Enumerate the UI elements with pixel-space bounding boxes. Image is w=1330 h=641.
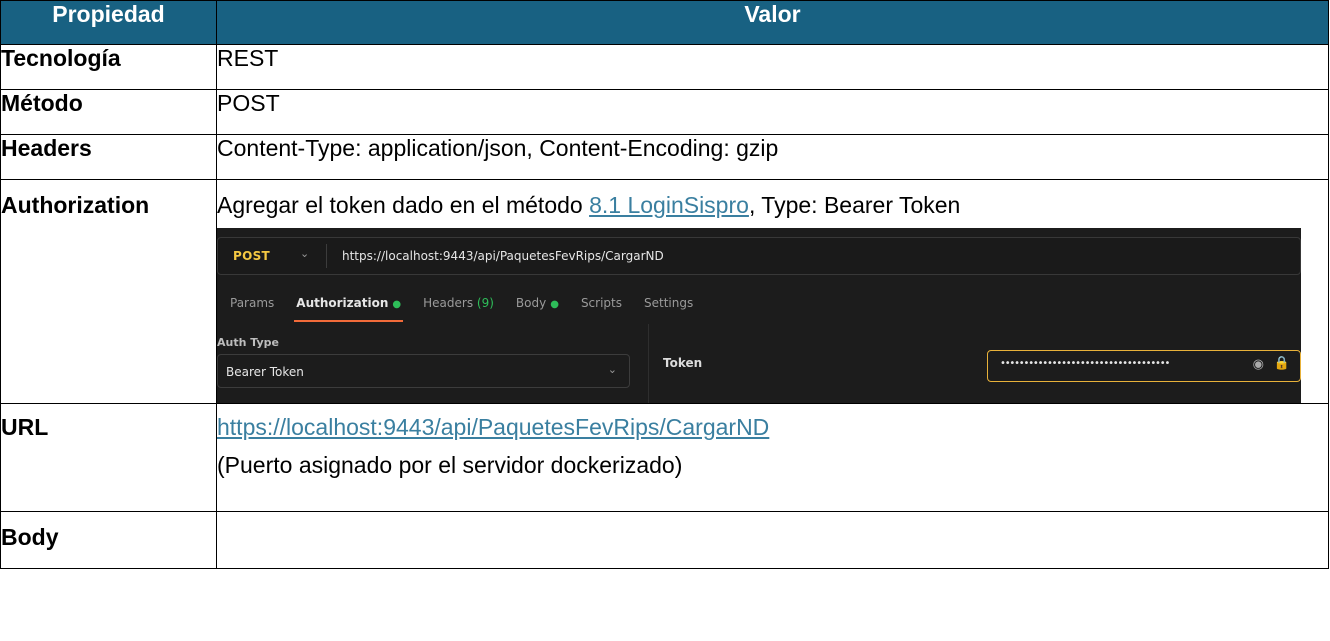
row-method: Método POST bbox=[0, 89, 1329, 135]
value-technology: REST bbox=[216, 44, 1329, 90]
value-url: https://localhost:9443/api/PaquetesFevRi… bbox=[216, 403, 1329, 512]
http-method-select[interactable]: POST bbox=[233, 249, 270, 263]
request-url-bar: POST ⌄ https://localhost:9443/api/Paquet… bbox=[217, 237, 1301, 275]
panel-divider bbox=[648, 324, 649, 403]
url-line: https://localhost:9443/api/PaquetesFevRi… bbox=[217, 404, 1328, 440]
request-url-input[interactable]: https://localhost:9443/api/PaquetesFevRi… bbox=[342, 249, 664, 263]
key-url: URL bbox=[0, 403, 217, 512]
url-link[interactable]: https://localhost:9443/api/PaquetesFevRi… bbox=[217, 414, 769, 440]
row-url: URL https://localhost:9443/api/PaquetesF… bbox=[0, 403, 1329, 512]
key-headers: Headers bbox=[0, 134, 217, 180]
value-method: POST bbox=[216, 89, 1329, 135]
login-sispro-link[interactable]: 8.1 LoginSispro bbox=[589, 192, 749, 218]
row-body: Body bbox=[0, 511, 1329, 569]
tab-authorization-label: Authorization bbox=[296, 296, 389, 310]
value-body bbox=[216, 511, 1329, 569]
url-note: (Puerto asignado por el servidor dockeri… bbox=[217, 452, 683, 478]
tab-body-label: Body bbox=[515, 296, 547, 310]
postman-screenshot: POST ⌄ https://localhost:9443/api/Paquet… bbox=[217, 228, 1301, 403]
row-technology: Tecnología REST bbox=[0, 44, 1329, 90]
tab-scripts[interactable]: Scripts bbox=[581, 296, 622, 310]
tab-headers[interactable]: Headers (9) bbox=[423, 296, 494, 310]
header-value: Valor bbox=[216, 0, 1329, 45]
properties-table: Propiedad Valor Tecnología REST Método P… bbox=[0, 0, 1329, 569]
chevron-down-icon[interactable]: ⌄ bbox=[300, 247, 309, 260]
status-dot-icon: ● bbox=[392, 299, 402, 310]
chevron-down-icon: ⌄ bbox=[607, 363, 617, 376]
token-input[interactable]: •••••••••••••••••••••••••••••••••••• ◉ 🔒 bbox=[987, 350, 1301, 382]
authorization-text-before: Agregar el token dado en el método bbox=[217, 192, 590, 218]
eye-icon[interactable]: ◉ bbox=[1253, 357, 1264, 372]
tab-body[interactable]: Body ● bbox=[516, 296, 559, 310]
auth-type-label: Auth Type bbox=[217, 336, 279, 349]
authorization-text: Agregar el token dado en el método 8.1 L… bbox=[217, 180, 1328, 218]
request-tabs: Params Authorization ● Headers (9) Body ● … bbox=[230, 296, 715, 322]
lock-warning-icon[interactable]: 🔒 bbox=[1274, 356, 1290, 371]
auth-type-value: Bearer Token bbox=[226, 365, 304, 379]
key-technology: Tecnología bbox=[0, 44, 217, 90]
row-authorization: Authorization Agregar el token dado en e… bbox=[0, 179, 1329, 404]
value-authorization: Agregar el token dado en el método 8.1 L… bbox=[216, 179, 1329, 404]
url-bar-divider bbox=[326, 244, 327, 268]
status-dot-icon: ● bbox=[550, 299, 559, 310]
auth-type-select[interactable]: Bearer Token ⌄ bbox=[217, 354, 630, 388]
key-authorization: Authorization bbox=[0, 179, 217, 404]
key-body: Body bbox=[0, 511, 217, 569]
tab-settings[interactable]: Settings bbox=[644, 296, 693, 310]
row-headers: Headers Content-Type: application/json, … bbox=[0, 134, 1329, 180]
authorization-text-after: , Type: Bearer Token bbox=[748, 192, 961, 218]
token-label: Token bbox=[663, 356, 703, 370]
header-property: Propiedad bbox=[0, 0, 217, 45]
key-method: Método bbox=[0, 89, 217, 135]
tab-headers-label: Headers bbox=[423, 296, 474, 310]
value-headers: Content-Type: application/json, Content-… bbox=[216, 134, 1329, 180]
tab-authorization[interactable]: Authorization ● bbox=[294, 296, 403, 322]
token-value: •••••••••••••••••••••••••••••••••••• bbox=[1000, 358, 1170, 369]
tab-params[interactable]: Params bbox=[230, 296, 274, 310]
headers-count-badge: (9) bbox=[476, 296, 494, 310]
